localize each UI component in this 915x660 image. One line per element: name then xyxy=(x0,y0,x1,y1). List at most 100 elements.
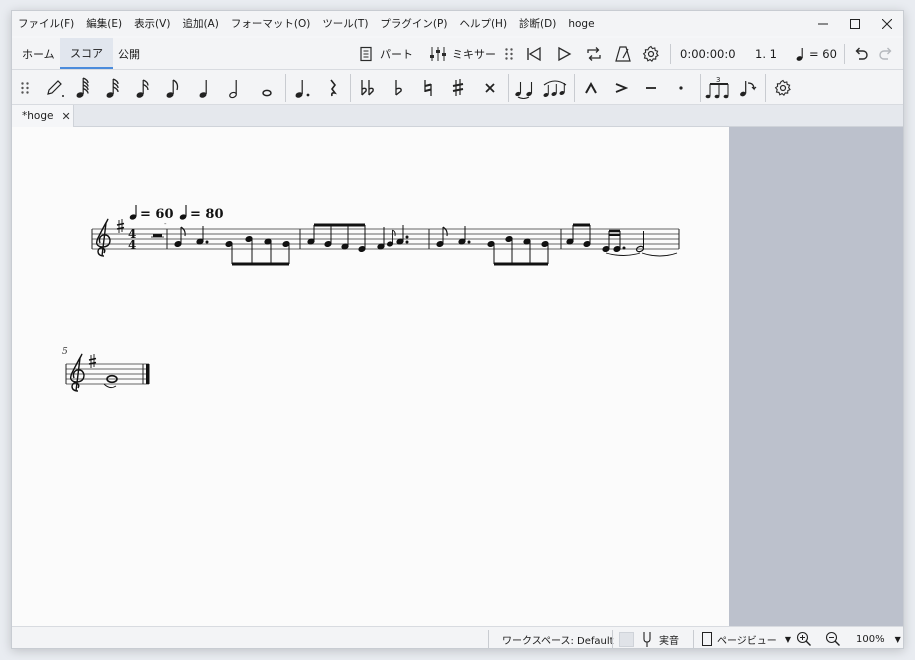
minimize-button[interactable] xyxy=(807,11,839,36)
rewind-icon xyxy=(527,46,541,61)
svg-text:3: 3 xyxy=(716,76,720,84)
staff-system-1: = 60 = 80 4 4 - xyxy=(91,205,680,266)
playback-settings-button[interactable] xyxy=(642,38,660,69)
mixer-button[interactable]: ミキサー xyxy=(429,38,496,69)
note-16th-icon xyxy=(136,79,149,98)
zoom-in-button[interactable] xyxy=(796,627,812,648)
drag-handle[interactable] xyxy=(504,38,514,69)
menu-add[interactable]: 追加(A) xyxy=(176,16,224,31)
tenuto-button[interactable] xyxy=(638,74,664,102)
close-icon[interactable]: ✕ xyxy=(61,110,70,123)
redo-button[interactable] xyxy=(877,38,895,69)
whole-note[interactable] xyxy=(103,374,118,389)
flat-button[interactable] xyxy=(385,74,411,102)
tab-publish[interactable]: 公開 xyxy=(108,38,150,69)
concert-pitch-toggle[interactable]: 実音 xyxy=(619,627,679,648)
play-button[interactable] xyxy=(555,38,573,69)
natural-icon xyxy=(424,80,432,96)
view-mode-selector[interactable]: ページビュー ▼ xyxy=(702,627,791,648)
note-eighth-icon xyxy=(166,79,179,98)
augmentation-dot-button[interactable] xyxy=(290,74,316,102)
menu-view[interactable]: 表示(V) xyxy=(128,16,176,31)
double-flat-button[interactable] xyxy=(355,74,381,102)
slur-button[interactable] xyxy=(542,74,568,102)
score-page: = 60 = 80 4 4 - 5 xyxy=(62,205,680,392)
accent-button[interactable] xyxy=(608,74,634,102)
chevron-down-icon: ▼ xyxy=(784,634,791,644)
tie-button[interactable] xyxy=(512,74,538,102)
tempo-display: = 60 xyxy=(796,38,837,69)
menu-help[interactable]: ヘルプ(H) xyxy=(453,16,513,31)
gear-icon xyxy=(642,45,659,62)
palette-separator xyxy=(508,74,509,102)
measure-3-notes[interactable] xyxy=(436,226,549,266)
toolbar-separator xyxy=(670,44,671,64)
note-quarter-button[interactable] xyxy=(192,74,218,102)
loop-button[interactable] xyxy=(585,38,603,69)
menu-bar: ファイル(F) 編集(E) 表示(V) 追加(A) フォーマット(O) ツール(… xyxy=(12,11,903,36)
measure-4-notes[interactable] xyxy=(566,223,678,257)
note-eighth-button[interactable] xyxy=(160,74,186,102)
marcato-button[interactable] xyxy=(578,74,604,102)
double-sharp-icon xyxy=(485,83,495,93)
sharp-icon xyxy=(452,79,464,96)
tempo-marking-1[interactable]: = 60 xyxy=(129,205,174,222)
document-tab-hoge[interactable]: *hoge ✕ xyxy=(12,105,74,127)
menu-diagnostic[interactable]: 診断(D) xyxy=(513,16,562,31)
palette-separator xyxy=(700,74,701,102)
time-signature[interactable]: 4 4 xyxy=(128,227,136,252)
score-canvas[interactable]: = 60 = 80 4 4 - 5 xyxy=(12,127,729,626)
undo-button[interactable] xyxy=(852,38,870,69)
tempo-value: = 60 xyxy=(809,46,837,61)
note-16th-button[interactable] xyxy=(130,74,156,102)
rewind-button[interactable] xyxy=(525,38,543,69)
treble-clef-icon[interactable] xyxy=(95,218,111,257)
menu-edit[interactable]: 編集(E) xyxy=(80,16,128,31)
metronome-icon xyxy=(615,45,631,62)
note-32nd-button[interactable] xyxy=(100,74,126,102)
zoom-selector[interactable]: 100% ▼ xyxy=(856,627,901,648)
close-icon xyxy=(882,18,892,29)
main-toolbar: ホーム スコア 公開 パート ミキサー 0:00:00:0 1. 1 = 60 xyxy=(12,38,903,69)
flip-direction-button[interactable] xyxy=(735,74,761,102)
parts-button[interactable]: パート xyxy=(358,38,413,69)
half-rest[interactable] xyxy=(153,234,162,237)
tab-score[interactable]: スコア xyxy=(60,38,113,69)
menu-file[interactable]: ファイル(F) xyxy=(12,16,80,31)
maximize-button[interactable] xyxy=(839,11,871,36)
double-flat-icon xyxy=(361,80,374,96)
tab-home[interactable]: ホーム xyxy=(12,38,65,69)
measure-1-notes[interactable] xyxy=(174,226,290,266)
menu-tools[interactable]: ツール(T) xyxy=(316,16,374,31)
tempo-marking-2[interactable]: = 80 xyxy=(179,205,224,222)
final-barline[interactable] xyxy=(146,364,150,384)
treble-clef-icon[interactable] xyxy=(69,353,85,392)
rest-button[interactable] xyxy=(320,74,346,102)
menu-plugins[interactable]: プラグイン(P) xyxy=(374,16,453,31)
palette-drag-handle[interactable] xyxy=(12,74,38,102)
palette-settings-button[interactable] xyxy=(770,74,796,102)
close-button[interactable] xyxy=(871,11,903,36)
staccato-button[interactable] xyxy=(668,74,694,102)
checkbox[interactable] xyxy=(619,631,634,647)
sharp-button[interactable] xyxy=(445,74,471,102)
zoom-out-icon xyxy=(825,631,840,646)
window-controls xyxy=(807,11,903,36)
tuplet-icon: 3 xyxy=(705,76,729,99)
zoom-out-button[interactable] xyxy=(825,627,841,648)
mixer-label: ミキサー xyxy=(452,47,496,61)
double-sharp-button[interactable] xyxy=(477,74,503,102)
tenuto-icon xyxy=(646,87,656,89)
note-half-icon xyxy=(229,80,237,99)
natural-button[interactable] xyxy=(415,74,441,102)
status-separator xyxy=(612,630,613,648)
menu-format[interactable]: フォーマット(O) xyxy=(225,16,316,31)
note-whole-button[interactable] xyxy=(254,74,280,102)
note-input-mode-button[interactable] xyxy=(42,74,68,102)
tuplet-button[interactable]: 3 xyxy=(705,74,731,102)
svg-text:4: 4 xyxy=(128,238,136,252)
metronome-button[interactable] xyxy=(614,38,632,69)
workspace-selector[interactable]: ワークスペース: Default xyxy=(502,627,614,648)
note-64th-button[interactable] xyxy=(70,74,96,102)
note-half-button[interactable] xyxy=(222,74,248,102)
